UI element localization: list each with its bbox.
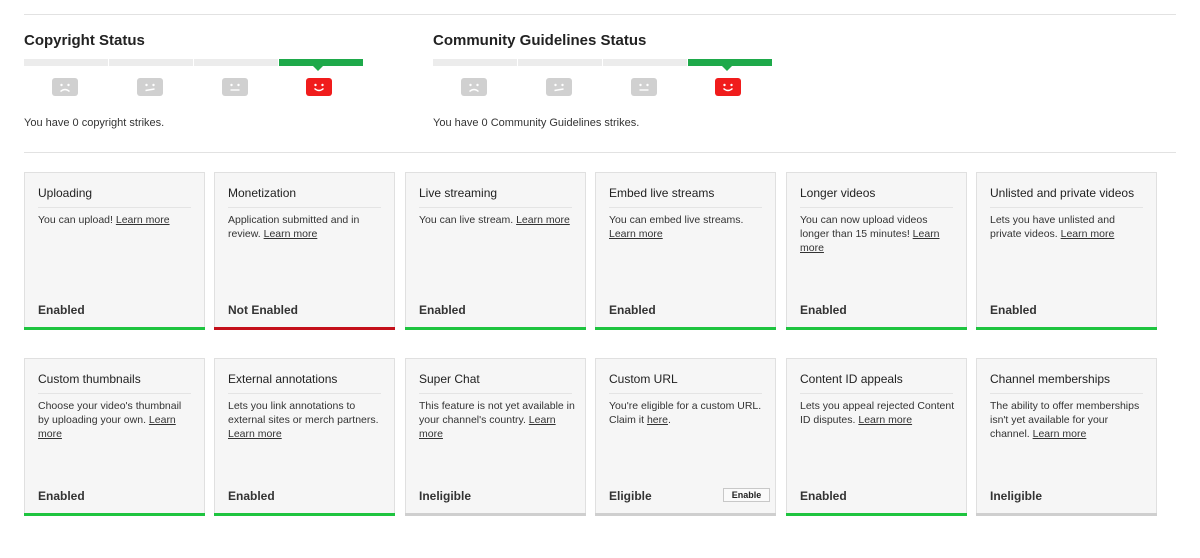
feature-description: You're eligible for a custom URL. Claim … (609, 400, 762, 426)
community-guidelines-status: Community Guidelines Status You have 0 C… (433, 32, 773, 129)
copyright-status-text: You have 0 copyright strikes. (24, 117, 165, 129)
feature-status: Eligible (609, 489, 652, 503)
happy-face-icon (715, 78, 741, 96)
feature-description: This feature is not yet available in you… (419, 400, 575, 440)
feature-title: Embed live streams (609, 186, 762, 208)
status-bar (595, 327, 776, 330)
top-divider (24, 14, 1176, 15)
happy-face-icon (306, 78, 332, 96)
skeptical-face-icon (137, 78, 163, 96)
strike-segment-2 (109, 59, 193, 66)
status-bar (595, 513, 776, 516)
status-bar (405, 327, 586, 330)
community-status-title: Community Guidelines Status (433, 32, 647, 49)
learn-more-link[interactable]: Learn more (228, 428, 282, 440)
status-bar (24, 327, 205, 330)
feature-title: Uploading (38, 186, 191, 208)
strike-segment-1 (194, 59, 278, 66)
feature-title: Unlisted and private videos (990, 186, 1143, 208)
feature-description: Lets you link annotations to external si… (228, 400, 379, 440)
feature-card-external-annotations: External annotations Lets you link annot… (214, 358, 395, 516)
skeptical-face-icon (546, 78, 572, 96)
feature-title: Super Chat (419, 372, 572, 394)
feature-description: You can upload! Learn more (38, 214, 170, 226)
section-divider (24, 152, 1176, 153)
feature-card-custom-thumbnails: Custom thumbnails Choose your video's th… (24, 358, 205, 516)
feature-title: Custom thumbnails (38, 372, 191, 394)
status-bar (214, 327, 395, 330)
feature-card-longer-videos: Longer videos You can now upload videos … (786, 172, 967, 330)
feature-card-super-chat: Super Chat This feature is not yet avail… (405, 358, 586, 516)
feature-status: Enabled (38, 303, 85, 317)
copyright-status: Copyright Status You have 0 copyright st… (24, 32, 364, 129)
strike-segment-0-active (688, 59, 772, 66)
strike-segment-0-active (279, 59, 363, 66)
feature-status: Enabled (609, 303, 656, 317)
feature-status: Enabled (38, 489, 85, 503)
copyright-strike-meter (24, 59, 364, 103)
strike-segment-3 (24, 59, 108, 66)
feature-description: Application submitted and in review. Lea… (228, 214, 360, 240)
feature-card-uploading: Uploading You can upload! Learn more Ena… (24, 172, 205, 330)
feature-status: Enabled (419, 303, 466, 317)
pointer-triangle-icon (722, 66, 732, 71)
feature-status: Enabled (228, 489, 275, 503)
status-bar (786, 327, 967, 330)
status-bar (976, 513, 1157, 516)
sad-face-icon (52, 78, 78, 96)
feature-card-embed-live-streams: Embed live streams You can embed live st… (595, 172, 776, 330)
feature-title: Channel memberships (990, 372, 1143, 394)
feature-description: Choose your video's thumbnail by uploadi… (38, 400, 182, 440)
feature-description: You can embed live streams. Learn more (609, 214, 744, 240)
learn-more-link[interactable]: Learn more (858, 414, 912, 426)
feature-status: Ineligible (990, 489, 1043, 503)
feature-title: Longer videos (800, 186, 953, 208)
feature-title: Live streaming (419, 186, 572, 208)
feature-card-unlisted-private-videos: Unlisted and private videos Lets you hav… (976, 172, 1157, 330)
learn-more-link[interactable]: Learn more (1033, 428, 1087, 440)
learn-more-link[interactable]: Learn more (516, 214, 570, 226)
feature-description: Lets you have unlisted and private video… (990, 214, 1115, 240)
feature-card-content-id-appeals: Content ID appeals Lets you appeal rejec… (786, 358, 967, 516)
enable-button[interactable]: Enable (723, 488, 770, 502)
feature-title: Custom URL (609, 372, 762, 394)
feature-title: Content ID appeals (800, 372, 953, 394)
copyright-status-title: Copyright Status (24, 32, 145, 49)
feature-card-custom-url: Custom URL You're eligible for a custom … (595, 358, 776, 516)
community-status-text: You have 0 Community Guidelines strikes. (433, 117, 640, 129)
feature-card-channel-memberships: Channel memberships The ability to offer… (976, 358, 1157, 516)
learn-more-link[interactable]: Learn more (1061, 228, 1115, 240)
learn-more-link[interactable]: Learn more (264, 228, 318, 240)
strike-segment-2 (518, 59, 602, 66)
status-bar (976, 327, 1157, 330)
feature-status: Enabled (990, 303, 1037, 317)
feature-description: Lets you appeal rejected Content ID disp… (800, 400, 955, 426)
neutral-face-icon (222, 78, 248, 96)
feature-status: Ineligible (419, 489, 472, 503)
status-bar (214, 513, 395, 516)
feature-card-monetization: Monetization Application submitted and i… (214, 172, 395, 330)
feature-status: Enabled (800, 489, 847, 503)
feature-description: The ability to offer memberships isn't y… (990, 400, 1140, 440)
learn-more-link[interactable]: Learn more (116, 214, 170, 226)
feature-description: You can live stream. Learn more (419, 214, 570, 226)
feature-title: Monetization (228, 186, 381, 208)
feature-status: Not Enabled (228, 303, 299, 317)
status-bar (24, 513, 205, 516)
learn-more-link[interactable]: Learn more (609, 228, 663, 240)
claim-here-link[interactable]: here (647, 414, 668, 426)
pointer-triangle-icon (313, 66, 323, 71)
feature-description: You can now upload videos longer than 15… (800, 214, 940, 254)
status-bar (405, 513, 586, 516)
community-strike-meter (433, 59, 773, 103)
strike-segment-3 (433, 59, 517, 66)
strike-segment-1 (603, 59, 687, 66)
feature-title: External annotations (228, 372, 381, 394)
feature-card-live-streaming: Live streaming You can live stream. Lear… (405, 172, 586, 330)
feature-status: Enabled (800, 303, 847, 317)
status-bar (786, 513, 967, 516)
sad-face-icon (461, 78, 487, 96)
neutral-face-icon (631, 78, 657, 96)
